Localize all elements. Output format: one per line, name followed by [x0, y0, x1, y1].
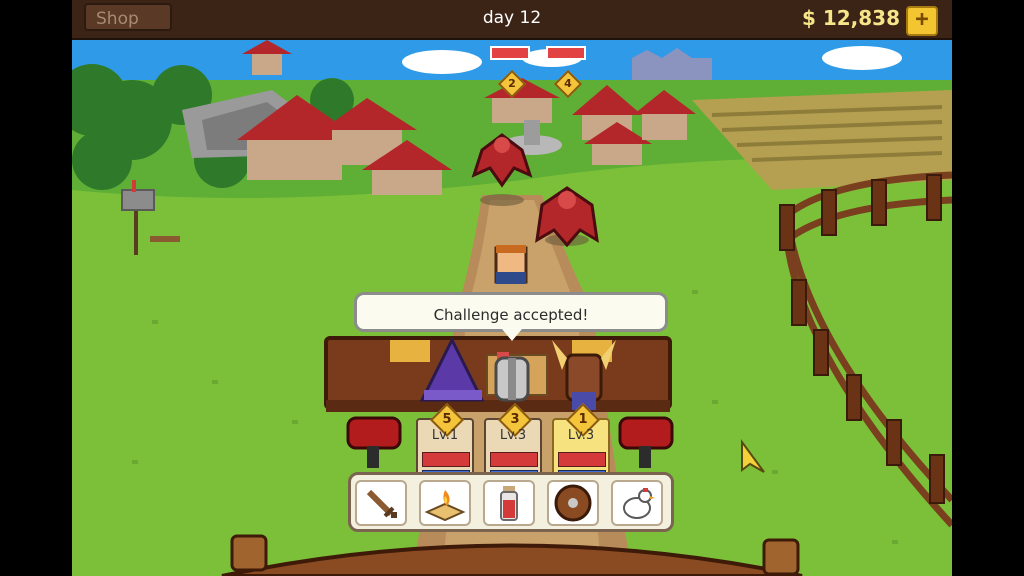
dialog-bubble-tail	[502, 329, 522, 341]
shop-button[interactable]: Shop	[84, 3, 172, 31]
potion-action-button[interactable]	[483, 480, 535, 526]
attack-action-button[interactable]	[355, 480, 407, 526]
player-hp-bar	[490, 452, 538, 467]
player-level-label: Lv.3	[499, 428, 527, 443]
gold-amount: $ 12,838	[801, 6, 900, 30]
player-level-label: Lv.1	[431, 428, 459, 443]
player-hp-bar	[422, 452, 470, 467]
add-gold-button[interactable]: +	[906, 6, 938, 36]
fire-spellbook-icon	[424, 490, 466, 522]
action-bar	[348, 472, 674, 532]
enemy-hp-bar	[490, 46, 530, 60]
player-level-label: Lv.3	[567, 428, 595, 443]
plus-icon: +	[915, 7, 929, 32]
round-shield-icon	[554, 484, 592, 522]
flee-action-button[interactable]	[611, 480, 663, 526]
dialog-text: Challenge accepted!	[433, 306, 589, 324]
dialog-bubble: Challenge accepted!	[354, 292, 668, 332]
chicken-icon	[623, 488, 655, 519]
day-counter: day 12	[482, 8, 542, 28]
game-master-character	[494, 245, 528, 284]
spell-action-button[interactable]	[419, 480, 471, 526]
player-hp-bar	[558, 452, 606, 467]
knight-character	[494, 356, 530, 402]
top-bar: Shop day 12 $ 12,838 +	[72, 0, 952, 40]
sword-icon	[366, 489, 397, 518]
enemy-hp-bar	[546, 46, 586, 60]
game-viewport: Shop day 12 $ 12,838 + 2 4 Challenge acc…	[72, 0, 952, 576]
red-potion-icon	[500, 486, 518, 521]
defend-action-button[interactable]	[547, 480, 599, 526]
